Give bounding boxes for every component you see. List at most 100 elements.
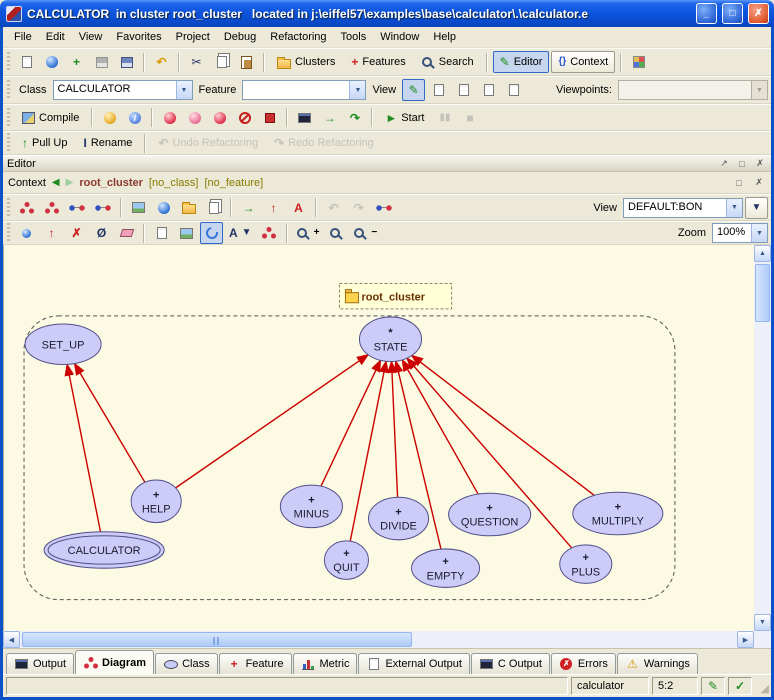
context-feature-link[interactable]: [no_feature] xyxy=(204,177,263,189)
tab-output[interactable]: Output xyxy=(6,653,74,674)
context-cluster-link[interactable]: root_cluster xyxy=(79,177,143,189)
copy-button[interactable] xyxy=(210,51,233,73)
anchor-button[interactable]: Ø xyxy=(90,222,113,244)
class-node-empty[interactable]: +EMPTY xyxy=(412,549,480,587)
contract-view-button[interactable] xyxy=(477,79,500,101)
class-node-help[interactable]: +HELP xyxy=(131,480,181,523)
undo-refactoring-button[interactable]: ↶ Undo Refactoring xyxy=(151,132,265,154)
class-node-question[interactable]: +QUESTION xyxy=(449,493,531,536)
stop-compilation-button[interactable] xyxy=(258,107,281,129)
discard-assertions-button[interactable] xyxy=(233,107,256,129)
external-commands-button[interactable] xyxy=(627,51,650,73)
stop-button[interactable]: ■ xyxy=(458,107,481,129)
inheritance-edge-calculator-set_up[interactable] xyxy=(67,364,100,531)
menu-project[interactable]: Project xyxy=(169,29,217,45)
class-node-set_up[interactable]: SET_UP xyxy=(25,324,101,365)
context-class-link[interactable]: [no_class] xyxy=(149,177,199,189)
basic-text-view-button[interactable]: ✎ xyxy=(402,79,425,101)
maximize-pane-icon[interactable]: □ xyxy=(735,157,749,170)
feature-combobox-dropdown[interactable]: ▼ xyxy=(349,81,365,99)
rename-button[interactable]: I Rename xyxy=(76,132,139,154)
cluster-view-button[interactable] xyxy=(177,197,200,219)
delete-item-button[interactable]: ✗ xyxy=(65,222,88,244)
undo-button[interactable]: ↶ xyxy=(150,51,173,73)
zoom-dropdown[interactable]: ▼ xyxy=(751,224,767,242)
inheritance-edge-help-state[interactable] xyxy=(176,355,369,488)
tab-errors[interactable]: ✗ Errors xyxy=(551,653,616,674)
menu-window[interactable]: Window xyxy=(373,29,426,45)
history-forward-button[interactable]: ▶ xyxy=(66,178,74,188)
add-item-button[interactable]: + xyxy=(65,51,88,73)
viewpoints-combobox[interactable]: ▼ xyxy=(618,80,768,100)
show-classes-button[interactable] xyxy=(15,222,38,244)
tab-external-output[interactable]: External Output xyxy=(358,653,469,674)
precompile-button[interactable] xyxy=(98,107,121,129)
view-list-button[interactable]: ▼ xyxy=(745,197,768,219)
menu-view[interactable]: View xyxy=(72,29,110,45)
diagram-redo-button[interactable]: ↷ xyxy=(347,197,370,219)
pause-button[interactable]: ▮▮ xyxy=(433,107,456,129)
menu-favorites[interactable]: Favorites xyxy=(109,29,168,45)
editor-toggle-button[interactable]: ✎ Editor xyxy=(493,51,550,73)
toolbar-grip[interactable] xyxy=(7,108,10,128)
history-list-button[interactable] xyxy=(372,197,396,219)
menu-help[interactable]: Help xyxy=(426,29,463,45)
menu-tools[interactable]: Tools xyxy=(334,29,374,45)
restart-button[interactable]: ↷ xyxy=(343,107,366,129)
toolbar-grip[interactable] xyxy=(7,52,10,72)
class-node-quit[interactable]: +QUIT xyxy=(324,541,368,579)
tab-metric[interactable]: Metric xyxy=(293,653,358,674)
inheritance-edge-minus-state[interactable] xyxy=(321,360,381,486)
editor-pane-header[interactable]: Editor ↗ □ ✗ xyxy=(3,155,771,172)
menu-edit[interactable]: Edit xyxy=(39,29,72,45)
toolbar-grip[interactable] xyxy=(7,223,10,243)
interface-view-button[interactable] xyxy=(502,79,525,101)
project-info-button[interactable]: i xyxy=(123,107,146,129)
open-file-button[interactable] xyxy=(40,51,63,73)
inheritance-edge-help-set_up[interactable] xyxy=(75,364,145,483)
sort-layout-button[interactable]: A▼ xyxy=(225,222,256,244)
diagram-canvas[interactable]: root_clusterSET_UP*STATE+HELPCALCULATOR+… xyxy=(3,245,754,631)
minimize-button[interactable]: _ xyxy=(696,3,717,24)
save-all-button[interactable] xyxy=(115,51,138,73)
fit-to-screen-button[interactable] xyxy=(175,222,198,244)
relayout-button[interactable] xyxy=(258,222,281,244)
zoom-combobox[interactable]: 100% ▼ xyxy=(712,223,768,243)
tab-feature[interactable]: + Feature xyxy=(219,653,292,674)
eraser-button[interactable] xyxy=(115,222,138,244)
context-maximize-icon[interactable]: □ xyxy=(732,176,746,189)
context-close-icon[interactable]: ✗ xyxy=(752,176,766,189)
class-node-multiply[interactable]: +MULTIPLY xyxy=(573,492,663,535)
toolbar-grip[interactable] xyxy=(7,198,10,218)
class-combobox-dropdown[interactable]: ▼ xyxy=(176,81,192,99)
close-button[interactable]: ✗ xyxy=(748,3,769,24)
class-view-button[interactable] xyxy=(202,197,225,219)
tab-diagram[interactable]: Diagram xyxy=(75,650,154,674)
clusters-button[interactable]: Clusters xyxy=(270,51,342,73)
add-class-button[interactable] xyxy=(15,197,38,219)
maximize-button[interactable]: □ xyxy=(722,3,743,24)
class-node-state[interactable]: *STATE xyxy=(359,317,421,362)
menu-file[interactable]: File xyxy=(7,29,39,45)
toolbar-grip[interactable] xyxy=(7,80,10,100)
class-node-calculator[interactable]: CALCULATOR xyxy=(44,532,164,568)
vertical-scrollbar[interactable]: ▲ ▼ xyxy=(754,245,771,631)
tab-warnings[interactable]: ⚠ Warnings xyxy=(617,653,698,674)
flat-view-button[interactable] xyxy=(452,79,475,101)
title-bar[interactable]: CALCULATOR in cluster root_cluster locat… xyxy=(0,0,774,27)
toolbar-grip[interactable] xyxy=(7,133,10,153)
save-button[interactable] xyxy=(90,51,113,73)
export-web-button[interactable] xyxy=(152,197,175,219)
force-directed-layout-button[interactable] xyxy=(200,222,223,244)
menu-refactoring[interactable]: Refactoring xyxy=(263,29,333,45)
launch-console-button[interactable] xyxy=(293,107,316,129)
resize-grip[interactable]: ◢ xyxy=(755,677,769,695)
add-cluster-button[interactable] xyxy=(40,197,63,219)
start-button[interactable]: ► Start xyxy=(378,107,431,129)
export-png-button[interactable] xyxy=(127,197,150,219)
diagram-undo-button[interactable]: ↶ xyxy=(322,197,345,219)
bon-diagram[interactable]: root_clusterSET_UP*STATE+HELPCALCULATOR+… xyxy=(4,245,754,631)
menu-debug[interactable]: Debug xyxy=(217,29,263,45)
class-combobox[interactable]: CALCULATOR ▼ xyxy=(53,80,193,100)
search-button[interactable]: Search xyxy=(415,51,481,73)
